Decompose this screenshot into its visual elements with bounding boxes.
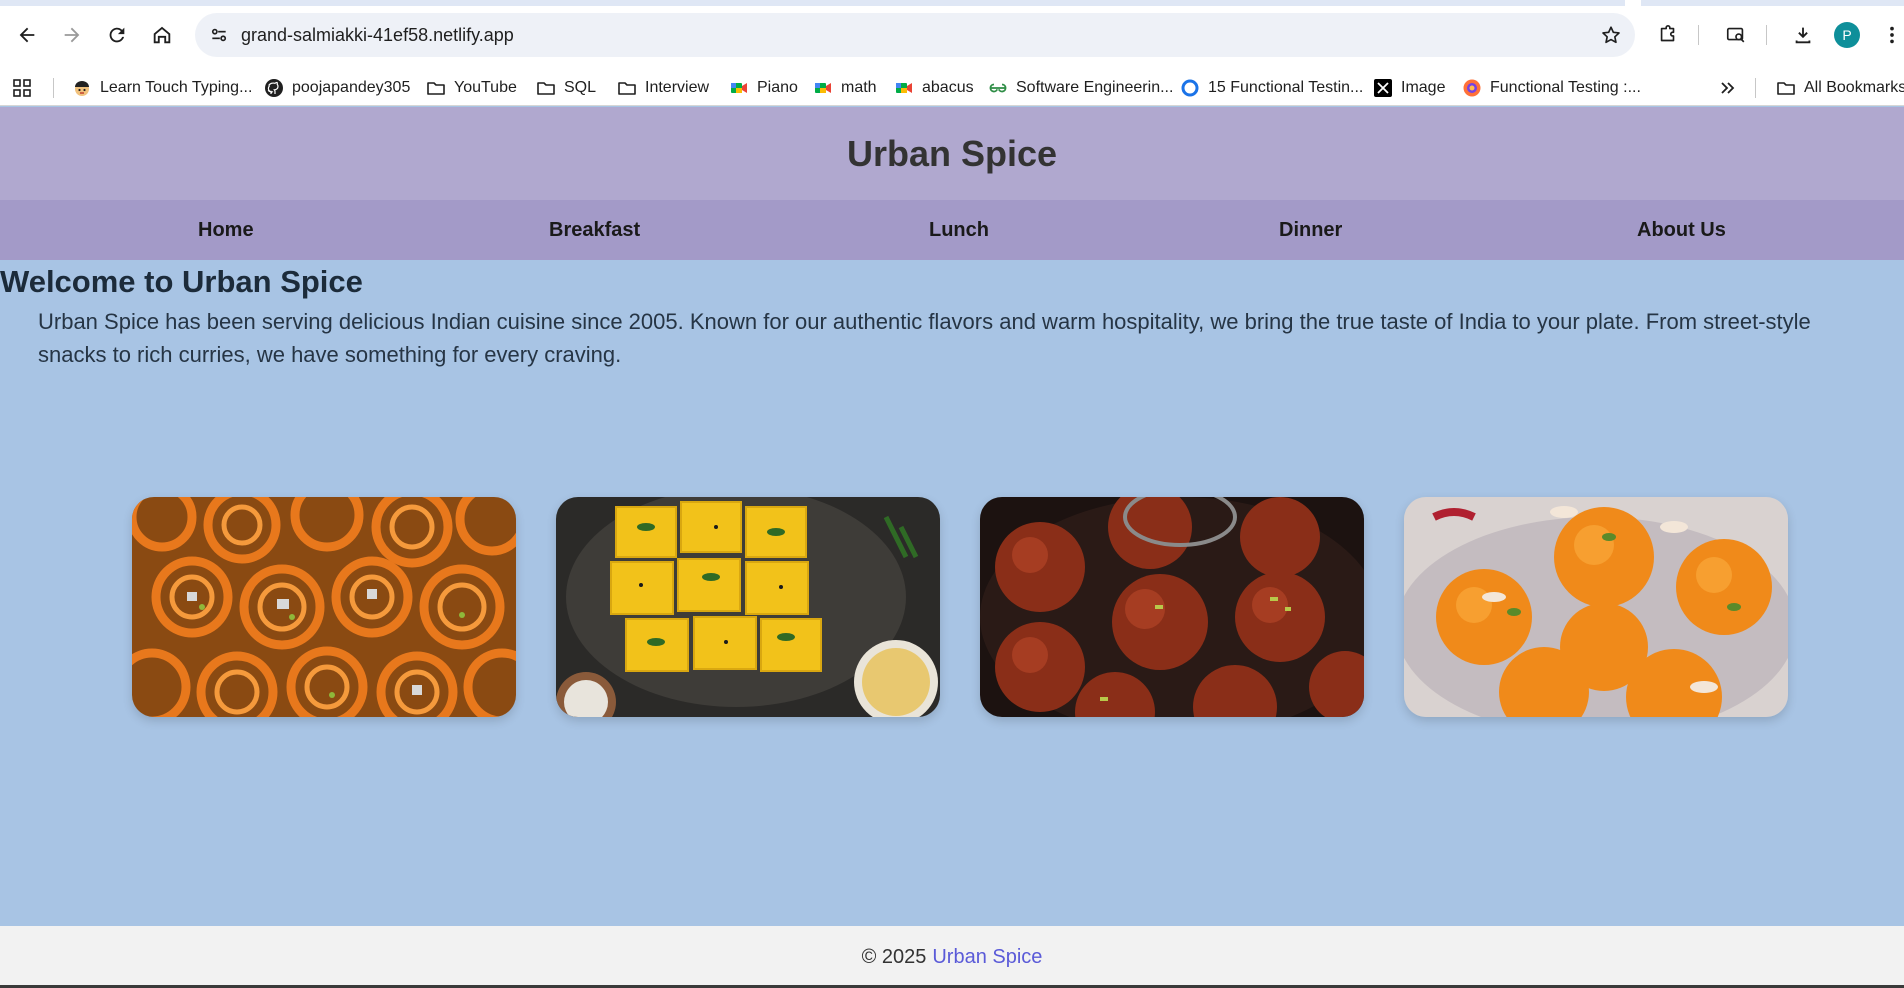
back-button[interactable]	[9, 17, 45, 53]
extensions-button[interactable]	[1650, 17, 1686, 53]
circle-icon	[1180, 78, 1200, 98]
x-icon	[1373, 78, 1393, 98]
address-bar[interactable]: grand-salmiakki-41ef58.netlify.app	[195, 13, 1635, 57]
bookmark-label: Learn Touch Typing...	[100, 79, 253, 96]
bookmark-label: poojapandey305	[292, 79, 411, 96]
bookmark-image[interactable]: Image	[1373, 70, 1445, 106]
footer-copyright: © 2025	[861, 945, 927, 968]
menu-button[interactable]	[1880, 17, 1904, 53]
download-icon	[1795, 27, 1811, 44]
folder-icon	[1776, 78, 1796, 98]
apps-button[interactable]	[12, 70, 32, 106]
dhokla-image	[556, 497, 940, 717]
folder-icon	[536, 78, 556, 98]
bookmark-label: math	[841, 79, 877, 96]
footer-brand-link[interactable]: Urban Spice	[932, 946, 1042, 969]
welcome-heading: Welcome to Urban Spice	[0, 264, 363, 299]
site-footer: © 2025 Urban Spice	[0, 926, 1904, 988]
meet-icon	[813, 78, 833, 98]
meet-icon	[729, 78, 749, 98]
reload-icon	[109, 27, 125, 43]
all-bookmarks-label: All Bookmarks	[1804, 79, 1904, 96]
cast-search-button[interactable]	[1718, 17, 1754, 53]
bookmark-learn-typing[interactable]: Learn Touch Typing...	[72, 70, 252, 106]
intro-paragraph: Urban Spice has been serving delicious I…	[38, 309, 1811, 367]
all-bookmarks-button[interactable]: All Bookmarks	[1776, 70, 1904, 106]
more-bookmarks-button[interactable]	[1717, 70, 1737, 106]
bookmark-label: Software Engineerin...	[1016, 79, 1174, 96]
bookmark-software-engineering[interactable]: Software Engineerin...	[988, 70, 1173, 106]
folder-icon	[617, 78, 637, 98]
bookmark-label: Image	[1401, 79, 1446, 96]
arrow-right-icon	[64, 27, 80, 43]
tab-strip	[0, 0, 1904, 6]
nav-home[interactable]: Home	[198, 200, 254, 260]
bookmark-interview[interactable]: Interview	[617, 70, 709, 106]
screen-search-icon	[1726, 27, 1745, 43]
home-icon	[153, 26, 171, 44]
home-button[interactable]	[144, 17, 180, 53]
typing-mascot-icon	[72, 78, 92, 98]
bookmark-label: YouTube	[454, 79, 517, 96]
url-text[interactable]: grand-salmiakki-41ef58.netlify.app	[241, 13, 514, 57]
chevron-double-right-icon	[1717, 78, 1737, 98]
bookmark-functional-testing[interactable]: 15 Functional Testin...	[1180, 70, 1363, 106]
apps-grid-icon	[12, 78, 32, 98]
ladoo-image	[1404, 497, 1788, 717]
profile-avatar[interactable]: P	[1834, 22, 1860, 48]
bookmark-label: Functional Testing :...	[1490, 79, 1641, 96]
site-header: Urban Spice	[0, 107, 1904, 200]
reload-button[interactable]	[99, 17, 135, 53]
downloads-button[interactable]	[1785, 17, 1821, 53]
site-title: Urban Spice	[846, 132, 1058, 174]
puzzle-icon	[1660, 25, 1675, 42]
bookmark-functional-testing-2[interactable]: Functional Testing :...	[1462, 70, 1641, 106]
github-icon	[264, 78, 284, 98]
bookmark-label: 15 Functional Testin...	[1208, 79, 1364, 96]
bookmark-label: Interview	[645, 79, 710, 96]
bookmark-abacus[interactable]: abacus	[894, 70, 974, 106]
forward-button[interactable]	[54, 17, 90, 53]
browser-toolbar: grand-salmiakki-41ef58.netlify.app P	[0, 0, 1904, 70]
bookmark-label: SQL	[564, 79, 597, 96]
gulab-jamun-image	[980, 497, 1364, 717]
bookmark-github[interactable]: poojapandey305	[264, 70, 410, 106]
nav-lunch[interactable]: Lunch	[929, 200, 989, 260]
bookmark-sql[interactable]: SQL	[536, 70, 596, 106]
bookmark-label: abacus	[922, 79, 974, 96]
kebab-menu-icon	[1890, 26, 1894, 44]
site-info-icon[interactable]	[207, 23, 231, 47]
jalebi-image	[132, 497, 516, 717]
bookmark-math[interactable]: math	[813, 70, 877, 106]
meet-icon	[894, 78, 914, 98]
nav-dinner[interactable]: Dinner	[1279, 200, 1342, 260]
firefox-icon	[1462, 78, 1482, 98]
nav-about-us[interactable]: About Us	[1637, 200, 1726, 260]
bookmark-label: Piano	[757, 79, 798, 96]
bookmark-youtube[interactable]: YouTube	[426, 70, 517, 106]
bookmarks-bar: Learn Touch Typing... poojapandey305 You…	[0, 70, 1904, 106]
bookmark-star-icon[interactable]	[1599, 23, 1623, 47]
nav-breakfast[interactable]: Breakfast	[549, 200, 640, 260]
arrow-left-icon	[19, 27, 35, 43]
geeksforgeeks-icon	[988, 78, 1008, 98]
bookmark-piano[interactable]: Piano	[729, 70, 798, 106]
main-nav: Home Breakfast Lunch Dinner About Us	[0, 200, 1904, 260]
folder-icon	[426, 78, 446, 98]
